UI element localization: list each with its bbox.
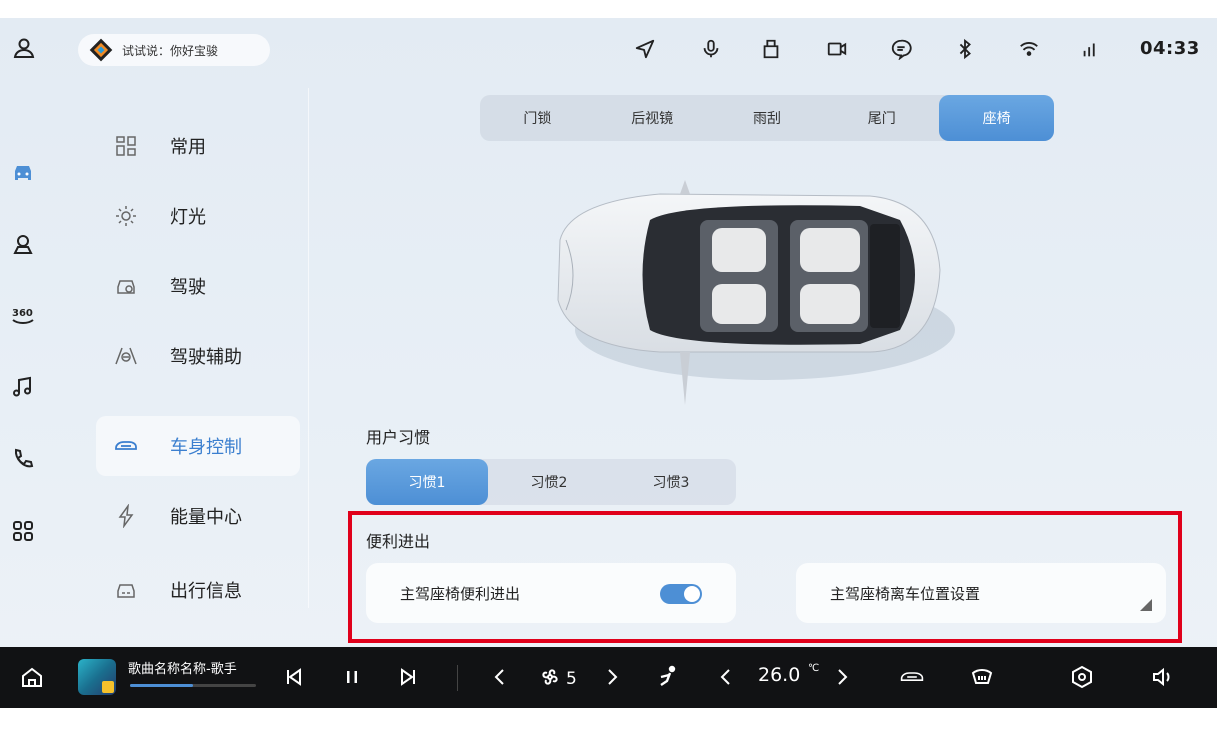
temp-decrease-icon[interactable] [714,665,738,689]
sidebar-item-lights[interactable]: 灯光 [96,186,300,246]
bottom-divider [457,665,458,691]
seat-entry-label: 主驾座椅便利进出 [400,584,521,603]
navigation-icon[interactable] [634,38,656,60]
rail-apps-icon[interactable] [10,518,36,544]
menu-divider [308,88,309,608]
fan-icon [538,665,566,689]
home-icon[interactable] [20,665,44,689]
svg-text:360: 360 [12,308,33,319]
rail-map-pin-icon[interactable] [10,232,36,258]
seat-entry-toggle[interactable] [660,584,702,604]
bluetooth-icon [954,38,976,60]
vehicle-settings-screen: 试试说：你好宝骏 04:33 360 常用 灯光 驾驶 驾驶辅助 车身控制 能量… [0,18,1217,708]
sidebar-item-driving[interactable]: 驾驶 [96,256,300,316]
song-title: 歌曲名称名称-歌手 [128,662,237,677]
car-body-icon [114,434,138,458]
voice-assistant-prompt[interactable]: 试试说：你好宝骏 [78,34,270,66]
usb-drive-icon [760,38,782,60]
exit-position-label: 主驾座椅离车位置设置 [830,584,981,603]
assist-icon [114,344,138,368]
signal-icon [1080,38,1102,60]
tab-door-lock[interactable]: 门锁 [480,95,595,141]
volume-icon[interactable] [1150,665,1174,689]
sidebar-item-label: 驾驶辅助 [170,347,242,368]
car-front-icon [114,274,138,298]
settings-hex-icon[interactable] [1070,665,1094,689]
rail-phone-icon[interactable] [10,446,36,472]
sidebar-item-label: 车身控制 [170,437,242,458]
playback-progress[interactable] [130,684,256,687]
airflow-mode-icon[interactable] [656,665,684,689]
car-recirculation-icon[interactable] [900,665,930,689]
bottom-bar: 歌曲名称名称-歌手 5 26.0 ℃ [0,647,1217,708]
car-top-view-image [557,180,955,405]
sidebar-item-common[interactable]: 常用 [96,116,300,176]
grid-icon [114,134,138,158]
temperature-value: 26.0 [758,664,801,686]
sidebar-item-energy[interactable]: 能量中心 [96,486,300,546]
exit-position-card[interactable]: 主驾座椅离车位置设置 [796,563,1166,623]
habit-option-1[interactable]: 习惯1 [366,459,488,505]
fan-increase-icon[interactable] [600,665,624,689]
temp-increase-icon[interactable] [830,665,854,689]
sidebar-item-label: 常用 [170,137,206,158]
seat-entry-card: 主驾座椅便利进出 [366,563,736,623]
status-bar: 试试说：你好宝骏 04:33 [0,18,1217,80]
temperature-unit: ℃ [808,663,820,674]
voice-prompt-text: 试试说：你好宝骏 [122,43,219,58]
tab-mirror[interactable]: 后视镜 [595,95,710,141]
tab-tailgate[interactable]: 尾门 [824,95,939,141]
rail-360-icon[interactable]: 360 [10,302,36,328]
microphone-icon[interactable] [700,38,722,60]
expand-corner-icon [1140,599,1152,611]
trip-icon [114,578,138,602]
sidebar-item-trip-info[interactable]: 出行信息 [96,560,300,620]
next-track-icon[interactable] [396,665,420,689]
tab-seat[interactable]: 座椅 [939,95,1054,141]
bulb-icon [114,204,138,228]
user-icon[interactable] [12,36,36,60]
album-art[interactable] [78,659,116,695]
previous-track-icon[interactable] [282,665,306,689]
settings-tabs: 门锁 后视镜 雨刮 尾门 座椅 [480,95,1054,141]
brand-logo-icon [89,38,113,62]
fan-level: 5 [566,669,577,689]
sidebar-item-label: 灯光 [170,207,206,228]
camera-icon[interactable] [826,38,848,60]
convenient-entry-title: 便利进出 [366,532,431,551]
pause-icon[interactable] [340,665,364,689]
habits-title: 用户习惯 [366,428,431,447]
lightning-icon [114,503,138,529]
habit-option-3[interactable]: 习惯3 [610,459,732,505]
clock: 04:33 [1140,38,1200,59]
wifi-icon [1018,38,1040,60]
tab-wiper[interactable]: 雨刮 [710,95,825,141]
defrost-icon[interactable] [970,665,994,689]
sidebar-item-label: 能量中心 [170,507,242,528]
sidebar-item-body-control[interactable]: 车身控制 [96,416,300,476]
sidebar-item-label: 出行信息 [170,581,242,602]
rail-music-icon[interactable] [10,374,36,400]
habit-option-2[interactable]: 习惯2 [488,459,610,505]
sidebar-item-label: 驾驶 [170,277,206,298]
fan-decrease-icon[interactable] [488,665,512,689]
message-icon[interactable] [890,38,912,61]
sidebar-item-driving-assist[interactable]: 驾驶辅助 [96,326,300,386]
habit-selector: 习惯1 习惯2 习惯3 [366,459,736,505]
rail-car-icon[interactable] [10,160,36,186]
